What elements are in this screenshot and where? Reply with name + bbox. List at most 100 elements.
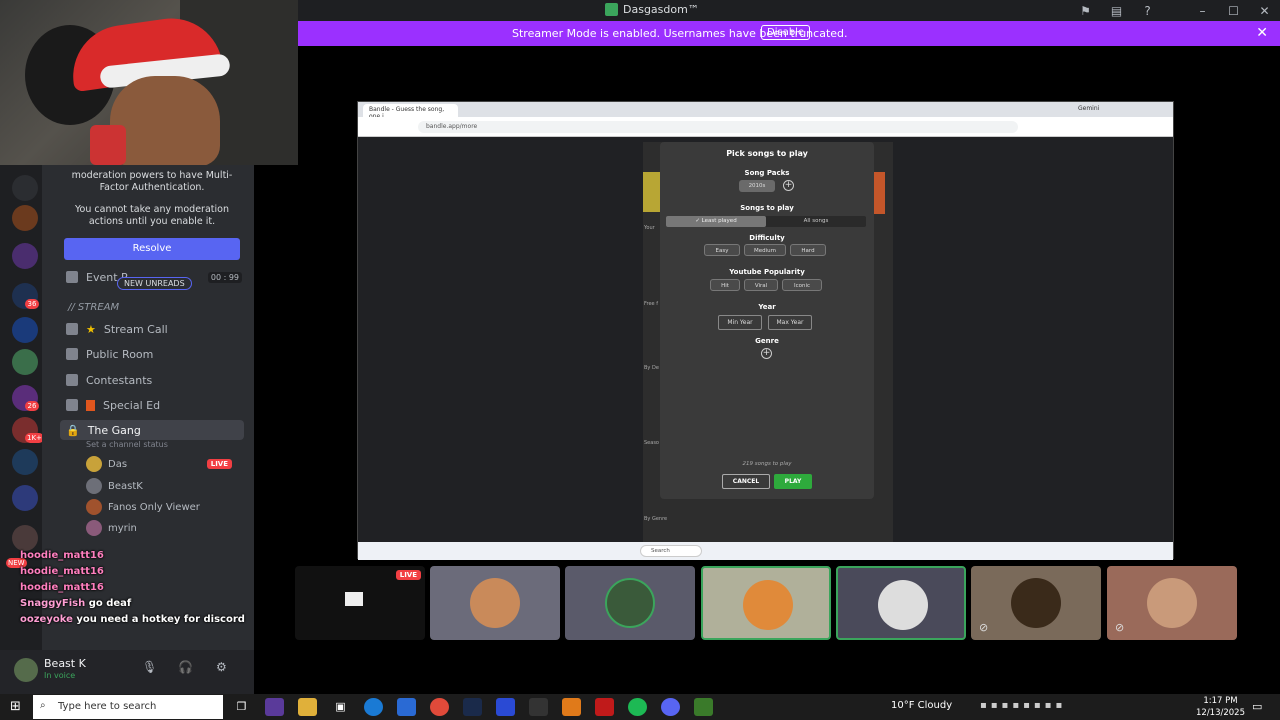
server-icon[interactable] <box>12 449 38 475</box>
server-icon[interactable] <box>12 175 38 201</box>
app-icon[interactable] <box>562 698 581 716</box>
cancel-button[interactable]: CANCEL <box>722 474 770 489</box>
browser-tab[interactable]: Bandle - Guess the song, one i <box>363 104 458 120</box>
url-field[interactable]: bandle.app/more <box>418 121 1018 133</box>
avatar <box>605 578 655 628</box>
gemini-button[interactable]: Gemini <box>1078 105 1099 112</box>
flag-icon[interactable]: ⚑ <box>1070 4 1101 18</box>
avatar <box>1147 578 1197 628</box>
popularity-label: Youtube Popularity <box>729 268 805 276</box>
avatar <box>86 456 102 472</box>
app-icon[interactable] <box>496 698 515 716</box>
channel-special-ed[interactable]: Special Ed <box>66 395 244 415</box>
participant-tile[interactable]: ⊘ <box>1107 566 1237 640</box>
mention-badge: 36 <box>25 299 39 309</box>
participant-tile[interactable] <box>701 566 831 640</box>
add-genre-icon[interactable]: + <box>761 348 772 359</box>
max-year-input[interactable]: Max Year <box>768 315 812 330</box>
add-pack-icon[interactable]: + <box>783 180 794 191</box>
server-icon[interactable] <box>12 485 38 511</box>
taskbar-apps: ❐ ▣ <box>232 698 713 716</box>
speaker-icon <box>66 271 78 283</box>
popularity-iconic[interactable]: Iconic <box>782 279 822 291</box>
chrome-icon[interactable] <box>430 698 449 716</box>
voice-user[interactable]: Das LIVE <box>86 455 242 473</box>
taskbar-clock[interactable]: 1:17 PM 12/13/2025 <box>1196 695 1245 719</box>
difficulty-hard[interactable]: Hard <box>790 244 826 256</box>
system-tray[interactable]: ▪▪▪▪▪▪▪▪ <box>980 700 1066 711</box>
inbox-icon[interactable]: ▤ <box>1101 4 1132 18</box>
server-icon[interactable] <box>12 205 38 231</box>
discord-icon[interactable] <box>661 698 680 716</box>
overlay-chat: hoodie_matt16 hoodie_matt16 hoodie_matt1… <box>20 548 245 628</box>
disable-button[interactable]: Disable <box>761 25 811 40</box>
banner-close-icon[interactable]: ✕ <box>1256 25 1268 41</box>
user-avatar[interactable] <box>14 658 38 682</box>
modal-title: Pick songs to play <box>726 149 808 158</box>
least-played-option[interactable]: ✓ Least played <box>666 216 766 227</box>
server-icon[interactable] <box>12 317 38 343</box>
chat-line: hoodie_matt16 <box>20 550 104 561</box>
pack-chip[interactable]: 2010s <box>739 180 775 192</box>
spotify-icon[interactable] <box>628 698 647 716</box>
search-icon: ⌕ <box>40 700 46 711</box>
play-button[interactable]: PLAY <box>774 474 812 489</box>
microphone <box>90 125 126 165</box>
participant-tile[interactable]: LIVE <box>295 566 425 640</box>
outlook-icon[interactable] <box>397 698 416 716</box>
songs-to-play-label: Songs to play <box>740 204 794 212</box>
chat-line: oozeyoke you need a hotkey for discord <box>20 614 245 625</box>
minimize-icon[interactable]: – <box>1187 4 1218 18</box>
edge-icon[interactable] <box>364 698 383 716</box>
store-icon[interactable]: ▣ <box>331 698 350 716</box>
obs-icon[interactable] <box>529 698 548 716</box>
shared-search-field[interactable]: Search <box>640 545 702 557</box>
speaker-icon <box>66 348 78 360</box>
participant-tile[interactable] <box>430 566 560 640</box>
new-unreads-pill[interactable]: NEW UNREADS <box>117 277 192 290</box>
popularity-viral[interactable]: Viral <box>744 279 778 291</box>
help-icon[interactable]: ? <box>1132 4 1163 18</box>
channel-the-gang[interactable]: 🔒 The Gang <box>60 420 244 440</box>
copilot-icon[interactable] <box>265 698 284 716</box>
all-songs-option[interactable]: All songs <box>766 216 866 227</box>
notifications-icon[interactable]: ▭ <box>1252 700 1262 713</box>
close-icon[interactable]: ✕ <box>1249 4 1280 18</box>
event-counter: 00 : 99 <box>207 272 242 283</box>
participant-tile[interactable] <box>565 566 695 640</box>
voice-user[interactable]: Fanos Only Viewer <box>86 498 242 516</box>
window-title: Dasgasdom™ <box>605 3 699 16</box>
voice-user[interactable]: BeastK <box>86 477 242 495</box>
maximize-icon[interactable]: ☐ <box>1218 4 1249 18</box>
channel-stream-call[interactable]: ★ Stream Call <box>66 319 244 339</box>
server-icon[interactable] <box>12 243 38 269</box>
channel-public-room[interactable]: Public Room <box>66 344 244 364</box>
voice-user[interactable]: myrin <box>86 519 242 537</box>
taskbar-search[interactable]: ⌕ Type here to search <box>33 695 223 719</box>
microphone-icon[interactable]: 🎙 <box>142 660 157 674</box>
difficulty-medium[interactable]: Medium <box>744 244 786 256</box>
resolve-button[interactable]: Resolve <box>64 238 240 260</box>
min-year-input[interactable]: Min Year <box>718 315 762 330</box>
category-stream[interactable]: // STREAM <box>68 302 119 313</box>
nvidia-icon[interactable] <box>694 698 713 716</box>
participant-tile[interactable]: ⊘ <box>971 566 1101 640</box>
channel-status-hint[interactable]: Set a channel status <box>86 440 168 449</box>
steam-icon[interactable] <box>463 698 482 716</box>
server-icon[interactable] <box>12 349 38 375</box>
mention-badge: 26 <box>25 401 39 411</box>
songs-count: 219 songs to play <box>742 461 792 467</box>
difficulty-easy[interactable]: Easy <box>704 244 740 256</box>
file-explorer-icon[interactable] <box>298 698 317 716</box>
task-view-icon[interactable]: ❐ <box>232 698 251 716</box>
headphones-icon[interactable]: 🎧 <box>178 660 193 674</box>
channel-contestants[interactable]: Contestants <box>66 370 244 390</box>
speaker-icon <box>66 374 78 386</box>
weather-widget[interactable]: 10°F Cloudy <box>891 700 952 711</box>
app-icon[interactable] <box>595 698 614 716</box>
popularity-hit[interactable]: Hit <box>710 279 740 291</box>
participant-tile[interactable] <box>836 566 966 640</box>
shared-screen[interactable]: Bandle - Guess the song, one i Gemini ba… <box>357 101 1174 560</box>
settings-icon[interactable]: ⚙ <box>216 660 227 674</box>
windows-start-icon[interactable]: ⊞ <box>10 700 24 714</box>
